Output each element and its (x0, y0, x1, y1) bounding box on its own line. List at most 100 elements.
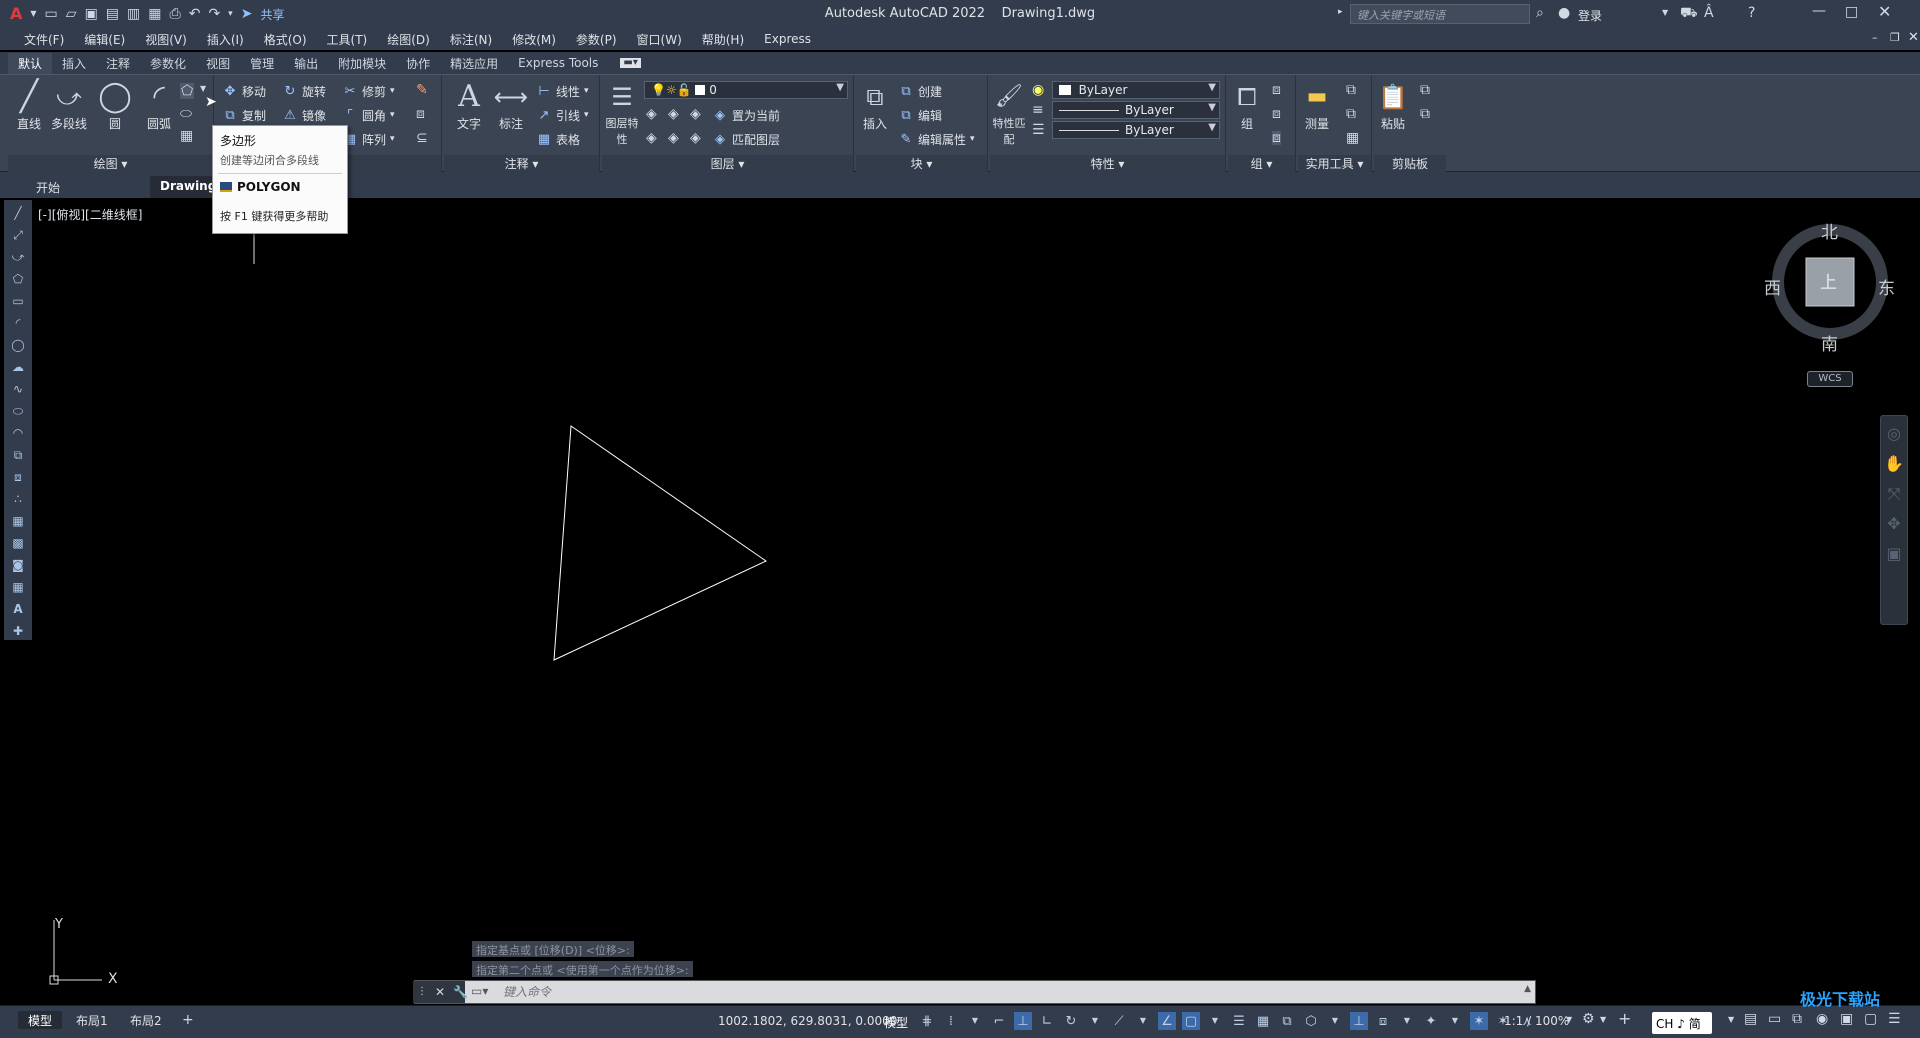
make-block-tool-icon[interactable]: ⧈ (8, 467, 28, 486)
clipboard-panel-title[interactable]: 剪贴板 (1374, 155, 1446, 173)
cart-icon[interactable]: ⛟ (1680, 6, 1698, 20)
tab-collaborate[interactable]: 协作 (396, 53, 440, 74)
annotation-visibility-icon[interactable]: ✶ (1470, 1012, 1488, 1030)
selection-filter-icon[interactable]: ⧈ (1374, 1012, 1392, 1030)
layer-dropdown[interactable]: 💡☼🔓 0 ▼ (644, 81, 848, 99)
rotate-button[interactable]: ↻ 旋转 (282, 81, 326, 101)
command-input[interactable] (503, 983, 1503, 1001)
viewcube-south[interactable]: 南 (1821, 330, 1838, 355)
menu-dimension[interactable]: 标注(N) (440, 31, 502, 48)
viewport-controls[interactable]: [-][俯视][二维线框] (38, 206, 142, 223)
command-close-icon[interactable]: ✕ (435, 986, 445, 998)
insert-block-button[interactable]: ⧉ 插入 (856, 79, 894, 132)
isolate-objects-icon[interactable]: ◉ (1816, 1012, 1828, 1026)
match-properties-button[interactable]: 🖌 特性匹配 (990, 79, 1028, 147)
search-icon[interactable]: ⌕ (1536, 6, 1544, 20)
maximize-icon[interactable]: □ (1845, 5, 1858, 19)
object-snap-tracking-icon[interactable]: ∠ (1158, 1012, 1176, 1030)
grid-icon[interactable]: ⋕ (918, 1012, 936, 1030)
polyline-button[interactable]: ⤻ 多段线 (50, 79, 88, 132)
3d-osnap-icon[interactable]: ⬡ (1302, 1012, 1320, 1030)
edit-block-button[interactable]: ⧉ 编辑 (898, 105, 942, 125)
annotation-panel-title[interactable]: 注释 ▾ (444, 155, 599, 173)
triangle-shape[interactable] (553, 425, 768, 661)
layer-tool-3-icon[interactable]: ◈ (690, 107, 701, 121)
autocad-logo-icon[interactable]: A (10, 6, 22, 22)
layer-properties-button[interactable]: ☰ 图层特性 (602, 79, 642, 147)
steering-wheel-icon[interactable]: ◎ (1887, 426, 1901, 442)
menu-parametric[interactable]: 参数(P) (566, 31, 627, 48)
polygon-dropdown-icon[interactable]: ▼ (200, 85, 206, 93)
polygon-icon[interactable]: ⬠ (180, 83, 195, 99)
ime-indicator[interactable]: CH ♪ 简 (1652, 1012, 1712, 1034)
3d-osnap-dropdown-icon[interactable]: ▼ (1326, 1012, 1344, 1030)
leader-button[interactable]: ↗ 引线 ▾ (536, 105, 589, 125)
selection-filter-dropdown-icon[interactable]: ▼ (1398, 1012, 1416, 1030)
minimize-icon[interactable]: — (1812, 4, 1826, 18)
web-mobile-open-icon[interactable]: ▥ (127, 7, 140, 21)
offset-icon[interactable]: ⊆ (416, 131, 428, 145)
select-all-icon[interactable]: ⧉ (1346, 107, 1356, 121)
undo-icon[interactable]: ↶ (189, 7, 201, 21)
object-snap-dropdown-icon[interactable]: ▼ (1206, 1012, 1224, 1030)
menu-window[interactable]: 窗口(W) (627, 31, 692, 48)
command-prompt-icon[interactable]: ▭▾ (471, 985, 488, 997)
app-menu-arrow-icon[interactable]: ▼ (30, 10, 36, 18)
command-history-toggle-icon[interactable]: ▲ (1524, 985, 1531, 994)
tab-addins[interactable]: 附加模块 (328, 53, 396, 74)
menu-format[interactable]: 格式(O) (254, 31, 317, 48)
menu-modify[interactable]: 修改(M) (502, 31, 566, 48)
scale-dropdown-icon[interactable]: ▼ (1566, 1016, 1572, 1024)
tab-insert[interactable]: 插入 (52, 53, 96, 74)
menu-help[interactable]: 帮助(H) (692, 31, 754, 48)
polyline-tool-icon[interactable]: ⤻ (8, 248, 28, 267)
showmotion-icon[interactable]: ▣ (1886, 546, 1901, 562)
doc-close-icon[interactable]: ✕ (1898, 31, 1920, 44)
isodraft-dropdown-icon[interactable]: ▼ (1134, 1012, 1152, 1030)
tab-default[interactable]: 默认 (8, 52, 53, 74)
edit-attributes-button[interactable]: ✎ 编辑属性 ▾ (898, 129, 975, 149)
zoom-extents-icon[interactable]: ⤧ (1888, 486, 1901, 502)
table-tool-icon[interactable]: ▦ (8, 577, 28, 596)
tab-annotate[interactable]: 注释 (96, 53, 140, 74)
spline-tool-icon[interactable]: ∿ (8, 380, 28, 399)
construction-line-icon[interactable]: ⤢ (8, 226, 28, 245)
lineweight-dropdown[interactable]: ByLayer ▼ (1052, 121, 1220, 139)
menu-insert[interactable]: 插入(I) (197, 31, 254, 48)
dynamic-ucs-icon[interactable]: ⊥ (1350, 1012, 1368, 1030)
copy-clip-icon[interactable]: ⧉ (1420, 83, 1430, 97)
open-file-icon[interactable]: ▱ (66, 7, 77, 21)
tab-output[interactable]: 输出 (284, 53, 328, 74)
menu-file[interactable]: 文件(F) (14, 31, 74, 48)
group-edit-icon[interactable]: ⧈ (1272, 107, 1281, 121)
utilities-panel-title[interactable]: 实用工具 ▾ (1298, 155, 1371, 173)
lock-ui-icon[interactable]: ⧉ (1792, 1012, 1802, 1026)
command-customize-icon[interactable]: 🔧 (453, 986, 468, 998)
viewcube-north[interactable]: 北 (1821, 218, 1838, 243)
viewcube-east[interactable]: 东 (1878, 274, 1895, 299)
polygon-tool-icon[interactable]: ⬠ (8, 270, 28, 289)
model-space-button[interactable]: 模型 (884, 1014, 908, 1031)
line-tool-icon[interactable]: ╱ (8, 204, 28, 223)
dimension-button[interactable]: ⟷ 标注 (492, 79, 530, 132)
ortho-mode-icon[interactable]: ∟ (1038, 1012, 1056, 1030)
quick-access-customize-icon[interactable]: ▾ (228, 9, 233, 19)
ribbon-toggle-icon[interactable]: ▬▾ (620, 58, 641, 68)
transparency-icon[interactable]: ▦ (1254, 1012, 1272, 1030)
insert-block-tool-icon[interactable]: ⧉ (8, 445, 28, 464)
cut-clip-icon[interactable]: ⧉ (1420, 107, 1430, 121)
measure-button[interactable]: ▬ 测量 (1298, 79, 1336, 132)
user-icon[interactable]: ● (1558, 6, 1570, 20)
ellipse-tool-icon[interactable]: ⬭ (8, 402, 28, 421)
create-block-button[interactable]: ⧉ 创建 (898, 81, 942, 101)
login-dropdown-icon[interactable]: ▼ (1662, 9, 1668, 17)
layer-tool-4-icon[interactable]: ◈ (646, 131, 657, 145)
autodesk-a-icon[interactable]: Â (1704, 6, 1714, 20)
annotation-monitor-icon[interactable]: + (1618, 1011, 1631, 1027)
ellipse-arc-tool-icon[interactable]: ◠ (8, 424, 28, 443)
region-tool-icon[interactable]: ◙ (8, 555, 28, 574)
save-icon[interactable]: ▣ (85, 7, 98, 21)
properties-panel-title[interactable]: 特性 ▾ (990, 155, 1225, 173)
text-button[interactable]: A 文字 (450, 79, 488, 132)
selection-cycling-icon[interactable]: ⧉ (1278, 1012, 1296, 1030)
